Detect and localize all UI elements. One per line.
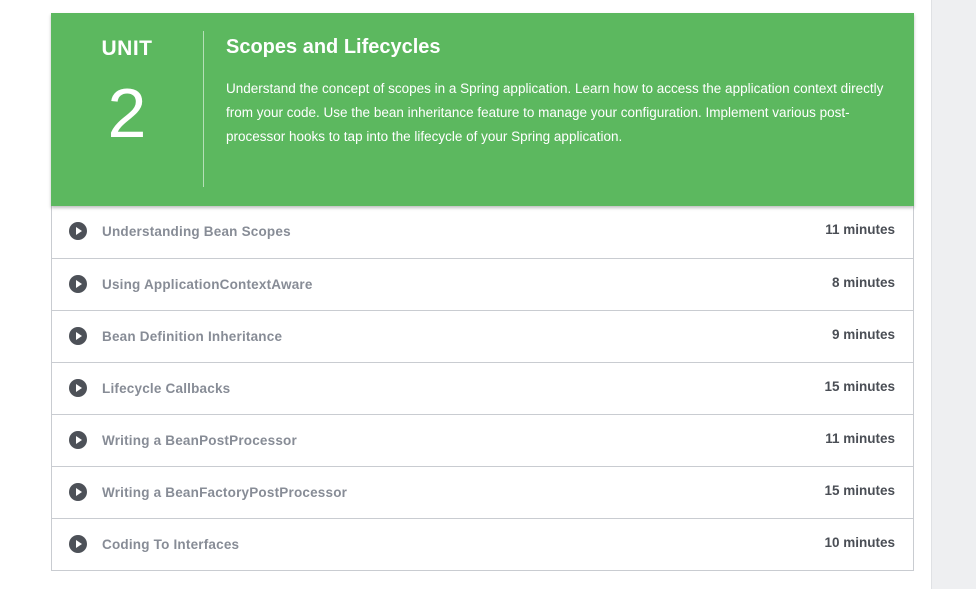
lesson-row[interactable]: Coding To Interfaces 10 minutes [52, 518, 913, 570]
unit-header: UNIT 2 Scopes and Lifecycles Understand … [51, 13, 914, 206]
play-circle-icon [69, 222, 87, 240]
unit-label: UNIT [101, 37, 153, 60]
lesson-title: Understanding Bean Scopes [102, 224, 291, 239]
lesson-title: Writing a BeanFactoryPostProcessor [102, 485, 348, 500]
lesson-title: Coding To Interfaces [102, 537, 240, 552]
unit-title: Scopes and Lifecycles [226, 36, 441, 58]
lesson-duration: 15 minutes [824, 379, 895, 394]
play-circle-icon [69, 327, 87, 345]
play-circle-icon [69, 275, 87, 293]
lesson-row[interactable]: Writing a BeanFactoryPostProcessor 15 mi… [52, 466, 913, 518]
lesson-row[interactable]: Writing a BeanPostProcessor 11 minutes [52, 414, 913, 466]
play-circle-icon [69, 379, 87, 397]
lesson-duration: 8 minutes [831, 275, 895, 290]
lesson-list: Understanding Bean Scopes 11 minutes Usi… [51, 206, 914, 571]
unit-number: 2 [107, 74, 147, 152]
lesson-row[interactable]: Using ApplicationContextAware 8 minutes [52, 258, 913, 310]
lesson-duration: 9 minutes [831, 327, 895, 342]
unit-card: UNIT 2 Scopes and Lifecycles Understand … [51, 13, 914, 571]
lesson-duration: 10 minutes [824, 535, 895, 550]
unit-divider [203, 31, 204, 187]
lesson-row[interactable]: Understanding Bean Scopes 11 minutes [52, 206, 913, 258]
lesson-title: Writing a BeanPostProcessor [102, 433, 297, 448]
lesson-duration: 11 minutes [825, 431, 895, 446]
lesson-duration: 11 minutes [825, 222, 895, 237]
lesson-title: Lifecycle Callbacks [102, 381, 231, 396]
lesson-row[interactable]: Lifecycle Callbacks 15 minutes [52, 362, 913, 414]
lesson-title: Bean Definition Inheritance [102, 329, 283, 344]
lesson-duration: 15 minutes [824, 483, 895, 498]
play-circle-icon [69, 431, 87, 449]
lesson-title: Using ApplicationContextAware [102, 277, 313, 292]
play-circle-icon [69, 535, 87, 553]
play-circle-icon [69, 483, 87, 501]
unit-label-column: UNIT 2 [51, 13, 203, 206]
lesson-row[interactable]: Bean Definition Inheritance 9 minutes [52, 310, 913, 362]
right-sidebar-rail [931, 0, 976, 589]
unit-description: Understand the concept of scopes in a Sp… [226, 81, 884, 144]
